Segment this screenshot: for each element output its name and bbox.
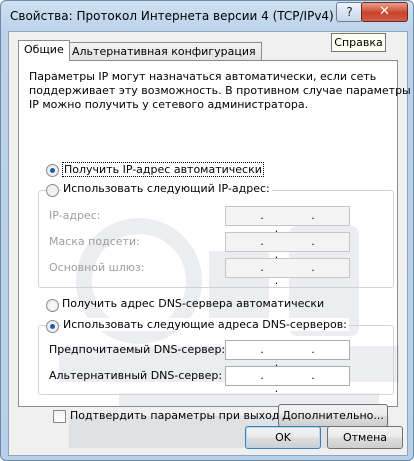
alternate-dns-field[interactable]: . . .	[225, 366, 350, 395]
description-line: поддерживает эту возможность. В противно…	[29, 84, 411, 97]
close-button[interactable]: ✕	[361, 2, 408, 22]
description-text: Параметры IP могут назначаться автоматич…	[29, 70, 411, 112]
dialog-window: Свойства: Протокол Интернета версии 4 (T…	[0, 0, 414, 461]
tab-general[interactable]: Общие	[18, 40, 70, 61]
default-gateway-label: Основной шлюз:	[49, 261, 145, 274]
description-line: IP можно получить у сетевого администрат…	[29, 98, 309, 111]
radio-dns-auto[interactable]	[46, 299, 59, 312]
validate-checkbox[interactable]	[53, 410, 66, 423]
preferred-dns-label: Предпочитаемый DNS-сервер:	[49, 343, 226, 356]
radio-ip-auto-label[interactable]: Получить IP-адрес автоматически	[62, 162, 264, 177]
title-bar[interactable]: Свойства: Протокол Интернета версии 4 (T…	[1, 1, 413, 31]
close-icon: ✕	[379, 4, 390, 19]
validate-checkbox-label[interactable]: Подтвердить параметры при выходе	[70, 409, 286, 422]
radio-dns-auto-label[interactable]: Получить адрес DNS-сервера автоматически	[62, 297, 324, 310]
window-title: Свойства: Протокол Интернета версии 4 (T…	[10, 9, 334, 23]
dialog-client-area: Общие Альтернативная конфигурация Параме…	[8, 31, 411, 456]
description-line: Параметры IP могут назначаться автоматич…	[29, 70, 377, 83]
radio-dns-manual-label[interactable]: Использовать следующие адреса DNS-сервер…	[61, 318, 349, 331]
radio-ip-manual[interactable]	[46, 184, 59, 197]
cancel-button[interactable]: Отмена	[327, 426, 403, 449]
radio-dns-manual[interactable]	[46, 320, 59, 333]
preferred-dns-field[interactable]: . . .	[225, 340, 350, 369]
alternate-dns-dots: . . .	[260, 369, 337, 395]
tab-panel-general: Параметры IP могут назначаться автоматич…	[18, 60, 411, 448]
subnet-mask-label: Маска подсети:	[49, 235, 140, 248]
ok-button[interactable]: OK	[245, 426, 321, 449]
default-gateway-dots: . . .	[260, 261, 337, 287]
ip-address-field[interactable]: . . .	[225, 206, 350, 235]
help-tooltip: Справка	[331, 33, 386, 52]
advanced-button[interactable]: Дополнительно...	[278, 404, 388, 427]
ip-address-label: IP-адрес:	[49, 209, 101, 222]
help-icon: ?	[346, 5, 353, 19]
alternate-dns-label: Альтернативный DNS-сервер:	[49, 369, 223, 382]
default-gateway-field[interactable]: . . .	[225, 258, 350, 287]
tab-alternate-configuration[interactable]: Альтернативная конфигурация	[66, 42, 262, 60]
help-button[interactable]: ?	[336, 2, 363, 22]
radio-ip-auto[interactable]	[46, 164, 59, 177]
radio-ip-manual-label[interactable]: Использовать следующий IP-адрес:	[61, 182, 272, 195]
subnet-mask-field[interactable]: . . .	[225, 232, 350, 261]
